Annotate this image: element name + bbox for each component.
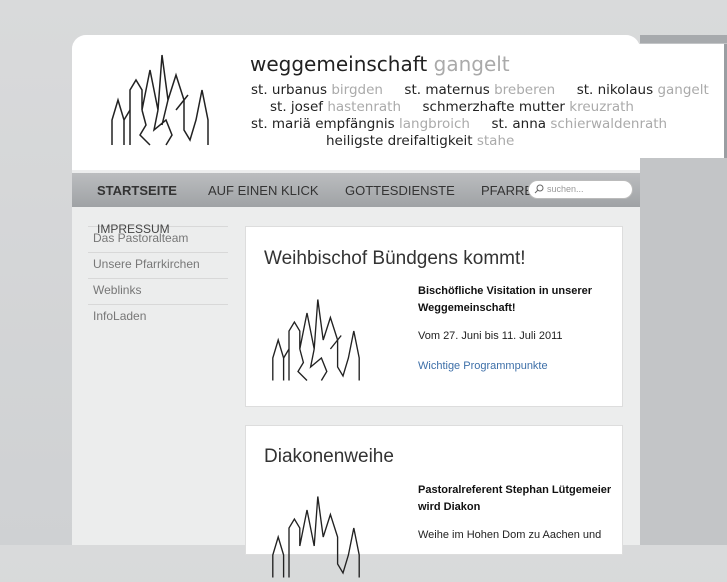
parish-place: hastenrath <box>327 99 402 115</box>
parish-saint: st. nikolaus <box>576 82 654 98</box>
parish-line: st. josef hastenrath schmerzhafte mutter… <box>270 99 634 115</box>
parish-place: stahe <box>476 133 515 149</box>
parish-line: heiligste dreifaltigkeit stahe <box>326 133 514 149</box>
article-card: Diakonenweihe Pastoralreferent Stephan L… <box>245 425 623 578</box>
article-text: Vom 27. Juni bis 11. Juli 2011 <box>418 330 563 342</box>
parish-saint: schmerzhafte mutter <box>422 99 565 115</box>
search-input[interactable]: suchen... <box>528 180 633 199</box>
parish-place: birgden <box>331 82 383 98</box>
parish-saint: st. anna <box>491 116 547 132</box>
church-logo-icon <box>272 496 360 578</box>
article-text: Weihe im Hohen Dom zu Aachen und <box>418 529 602 541</box>
title-place: gangelt <box>433 52 510 76</box>
parish-place: breberen <box>494 82 556 98</box>
site-title: weggemeinschaft gangelt <box>250 52 510 76</box>
sidebar-label: Weblinks <box>93 283 142 297</box>
parish-place: kreuzrath <box>569 99 634 115</box>
article-card: Weihbischof Bündgens kommt! Bischöfliche… <box>245 226 623 407</box>
parish-saint: st. urbanus <box>251 82 328 98</box>
sidebar-item-pfarrkirchen[interactable]: Unsere Pfarrkirchen <box>88 252 228 271</box>
church-logo-icon <box>111 54 209 146</box>
header-banner[interactable]: weggemeinschaft gangelt st. urbanus birg… <box>88 44 727 158</box>
parish-place: schierwaldenrath <box>550 116 668 132</box>
parish-saint: st. maternus <box>404 82 490 98</box>
search-icon <box>534 184 544 194</box>
nav-impressum[interactable]: IMPRESSUM <box>97 222 170 236</box>
article-lead: Bischöfliche Visitation in unserer Wegge… <box>418 285 593 314</box>
nav-gottesdienste[interactable]: GOTTESDIENSTE <box>345 183 455 198</box>
article-link[interactable]: Wichtige Programmpunkte <box>418 358 618 375</box>
nav-startseite[interactable]: STARTSEITE <box>97 183 177 198</box>
parish-saint: heiligste dreifaltigkeit <box>326 133 473 149</box>
nav-auf-einen-klick[interactable]: AUF EINEN KLICK <box>208 183 319 198</box>
sidebar-item-weblinks[interactable]: Weblinks <box>88 278 228 297</box>
parish-line: st. urbanus birgden st. maternus brebere… <box>251 82 709 98</box>
article-title[interactable]: Diakonenweihe <box>264 446 394 468</box>
parish-place: gangelt <box>657 82 709 98</box>
church-logo-icon <box>272 299 360 381</box>
parish-saint: st. mariä empfängnis <box>251 116 395 132</box>
article-lead: Pastoralreferent Stephan Lütgemeier wird… <box>418 484 612 513</box>
sidebar-item-infoladen[interactable]: InfoLaden <box>88 304 228 324</box>
article-title[interactable]: Weihbischof Bündgens kommt! <box>264 248 526 270</box>
sidebar-label: Unsere Pfarrkirchen <box>93 257 200 271</box>
parish-place: langbroich <box>399 116 470 132</box>
sidebar-label: InfoLaden <box>93 309 147 323</box>
search-placeholder: suchen... <box>547 184 584 194</box>
parish-saint: st. josef <box>270 99 324 115</box>
title-text: weggemeinschaft <box>250 52 428 76</box>
parish-line: st. mariä empfängnis langbroich st. anna… <box>251 116 667 132</box>
